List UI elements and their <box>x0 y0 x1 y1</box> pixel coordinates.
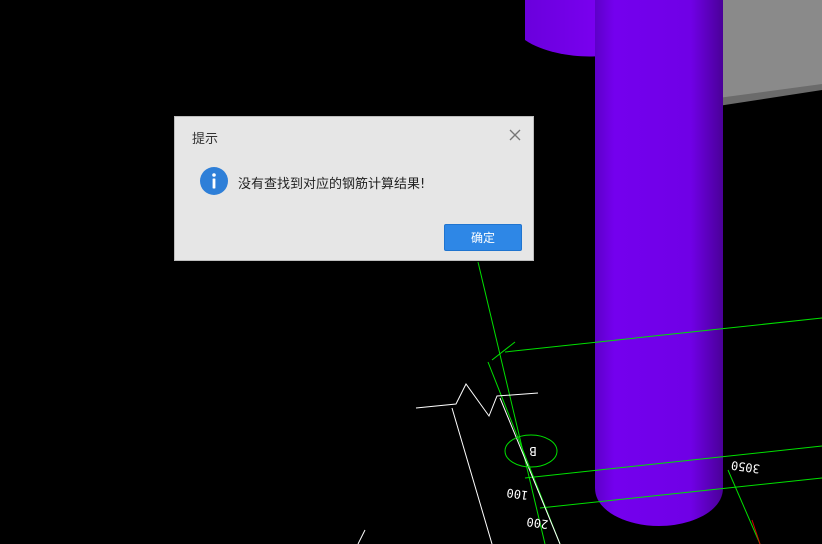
info-icon <box>200 167 228 195</box>
ok-button[interactable]: 确定 <box>444 224 522 251</box>
close-icon[interactable] <box>507 127 523 143</box>
dialog-message: 没有查找到对应的钢筋计算结果! <box>238 177 426 192</box>
dialog-title: 提示 <box>192 132 219 147</box>
column-main <box>595 0 723 526</box>
3d-viewport[interactable]: B 3050 100 200 <box>0 0 822 544</box>
dimension-label: 100 <box>506 486 529 503</box>
column-back <box>525 0 600 57</box>
dimension-label: 200 <box>526 515 549 532</box>
axis-red-line <box>751 519 761 544</box>
message-dialog: 提示 没有查找到对应的钢筋计算结果! 确定 <box>174 116 534 261</box>
axis-label: B <box>529 444 536 458</box>
dimension-label: 3050 <box>730 458 761 476</box>
model-canvas: B 3050 100 200 <box>357 0 822 544</box>
